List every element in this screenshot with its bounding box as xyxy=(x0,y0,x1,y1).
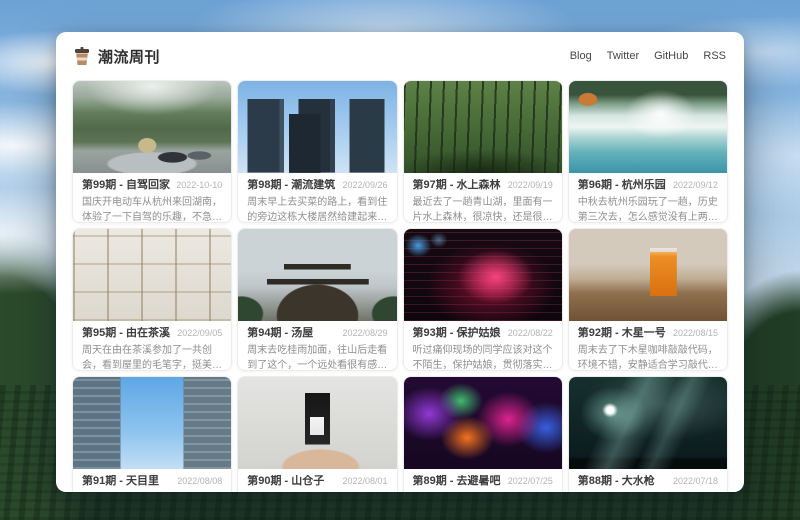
issue-title: 第97期 - 水上森林 xyxy=(413,179,501,191)
site-header: 潮流周刊 Blog Twitter GitHub RSS xyxy=(56,32,744,80)
issue-card-header: 第93期 - 保护姑娘 2022/08/22 xyxy=(413,327,553,339)
issue-title: 第95期 - 由在茶溪 xyxy=(82,327,170,339)
issue-date: 2022/08/15 xyxy=(673,328,718,338)
issue-card-header: 第92期 - 木星一号 2022/08/15 xyxy=(578,327,718,339)
header-nav: Blog Twitter GitHub RSS xyxy=(570,50,726,62)
issue-card[interactable]: 第91期 - 天目里 2022/08/08 xyxy=(72,376,232,492)
nav-link-rss[interactable]: RSS xyxy=(703,50,726,62)
issue-card-body: 第91期 - 天目里 2022/08/08 xyxy=(73,469,231,491)
issue-thumbnail xyxy=(73,377,231,469)
issue-title: 第91期 - 天目里 xyxy=(82,475,159,487)
issue-grid: 第99期 - 自驾回家 2022-10-10 国庆开电动车从杭州来回湖南，体验了… xyxy=(56,80,744,492)
issue-excerpt: 中秋去杭州乐园玩了一趟，历史第三次去，怎么感觉没有上两次新鲜了，除去这个水还可以… xyxy=(578,195,718,223)
issue-card-header: 第99期 - 自驾回家 2022-10-10 xyxy=(82,179,222,191)
issue-card[interactable]: 第98期 - 潮流建筑 2022/09/26 周末早上去买菜的路上，看到住的旁边… xyxy=(237,80,397,223)
issue-card-body: 第96期 - 杭州乐园 2022/09/12 中秋去杭州乐园玩了一趟，历史第三次… xyxy=(569,173,727,223)
nav-link-github[interactable]: GitHub xyxy=(654,50,688,62)
issue-card[interactable]: 第92期 - 木星一号 2022/08/15 周末去了下木星咖啡敲敲代码，环境不… xyxy=(568,228,728,371)
issue-card-body: 第92期 - 木星一号 2022/08/15 周末去了下木星咖啡敲敲代码，环境不… xyxy=(569,321,727,371)
nav-link-blog[interactable]: Blog xyxy=(570,50,592,62)
issue-card[interactable]: 第93期 - 保护姑娘 2022/08/22 听过痛仰现场的同学应该对这个不陌生… xyxy=(403,228,563,371)
site-brand[interactable]: 潮流周刊 xyxy=(74,46,160,67)
issue-date: 2022/09/26 xyxy=(342,180,387,190)
issue-card-header: 第98期 - 潮流建筑 2022/09/26 xyxy=(247,179,387,191)
issue-card[interactable]: 第99期 - 自驾回家 2022-10-10 国庆开电动车从杭州来回湖南，体验了… xyxy=(72,80,232,223)
issue-thumbnail xyxy=(73,229,231,321)
issue-thumbnail xyxy=(238,81,396,173)
issue-excerpt: 最近去了一趟青山湖，里面有一片水上森林，很凉快，还是很漂亮的，适合散散步。 xyxy=(413,195,553,223)
issue-card-body: 第89期 - 去避暑吧 2022/07/25 xyxy=(404,469,562,491)
issue-card-header: 第91期 - 天目里 2022/08/08 xyxy=(82,475,222,487)
nav-link-twitter[interactable]: Twitter xyxy=(607,50,639,62)
issue-card-header: 第90期 - 山仓子 2022/08/01 xyxy=(247,475,387,487)
issue-excerpt: 周末去吃桂雨加面，往山后走看到了这个，一个远处看很有感觉的建筑，查了查叫汤屋。 xyxy=(247,343,387,371)
issue-date: 2022/07/25 xyxy=(508,476,553,486)
issue-date: 2022/08/08 xyxy=(177,476,222,486)
issue-title: 第88期 - 大水枪 xyxy=(578,475,655,487)
issue-date: 2022/07/18 xyxy=(673,476,718,486)
issue-card-header: 第94期 - 汤屋 2022/08/29 xyxy=(247,327,387,339)
issue-card[interactable]: 第90期 - 山仓子 2022/08/01 xyxy=(237,376,397,492)
issue-date: 2022/09/12 xyxy=(673,180,718,190)
issue-card-header: 第97期 - 水上森林 2022/09/19 xyxy=(413,179,553,191)
issue-title: 第98期 - 潮流建筑 xyxy=(247,179,335,191)
issue-date: 2022/08/01 xyxy=(342,476,387,486)
issue-card[interactable]: 第94期 - 汤屋 2022/08/29 周末去吃桂雨加面，往山后走看到了这个，… xyxy=(237,228,397,371)
issue-date: 2022/09/19 xyxy=(508,180,553,190)
issue-thumbnail xyxy=(569,377,727,469)
issue-title: 第94期 - 汤屋 xyxy=(247,327,313,339)
issue-card[interactable]: 第95期 - 由在茶溪 2022/09/05 周天在由在茶溪参加了一共创会，看到… xyxy=(72,228,232,371)
issue-thumbnail xyxy=(238,229,396,321)
issue-title: 第96期 - 杭州乐园 xyxy=(578,179,666,191)
issue-thumbnail xyxy=(73,81,231,173)
issue-title: 第99期 - 自驾回家 xyxy=(82,179,170,191)
issue-card-body: 第88期 - 大水枪 2022/07/18 xyxy=(569,469,727,491)
issue-title: 第92期 - 木星一号 xyxy=(578,327,666,339)
coffee-cup-icon xyxy=(74,47,90,66)
issue-thumbnail xyxy=(569,81,727,173)
issue-card[interactable]: 第89期 - 去避暑吧 2022/07/25 xyxy=(403,376,563,492)
issue-excerpt: 周末去了下木星咖啡敲敲代码，环境不错，安静适合学习敲代码啥的，由于下午 3 点多… xyxy=(578,343,718,371)
issue-excerpt: 国庆开电动车从杭州来回湖南，体验了一下自驾的乐趣，不急不赶，很幸运累计只堵了..… xyxy=(82,195,222,223)
issue-card-body: 第97期 - 水上森林 2022/09/19 最近去了一趟青山湖，里面有一片水上… xyxy=(404,173,562,223)
issue-card-header: 第95期 - 由在茶溪 2022/09/05 xyxy=(82,327,222,339)
issue-card-header: 第96期 - 杭州乐园 2022/09/12 xyxy=(578,179,718,191)
issue-card-header: 第89期 - 去避暑吧 2022/07/25 xyxy=(413,475,553,487)
issue-card-body: 第98期 - 潮流建筑 2022/09/26 周末早上去买菜的路上，看到住的旁边… xyxy=(238,173,396,223)
issue-card[interactable]: 第96期 - 杭州乐园 2022/09/12 中秋去杭州乐园玩了一趟，历史第三次… xyxy=(568,80,728,223)
issue-excerpt: 周末早上去买菜的路上，看到住的旁边这栋大楼居然给建起来了，在阳光下的无遮镜效果真… xyxy=(247,195,387,223)
issue-date: 2022-10-10 xyxy=(176,180,222,190)
browser-window: 潮流周刊 Blog Twitter GitHub RSS 第99期 - 自驾回家… xyxy=(56,32,744,492)
issue-date: 2022/08/29 xyxy=(342,328,387,338)
issue-thumbnail xyxy=(238,377,396,469)
issue-card-body: 第94期 - 汤屋 2022/08/29 周末去吃桂雨加面，往山后走看到了这个，… xyxy=(238,321,396,371)
issue-title: 第93期 - 保护姑娘 xyxy=(413,327,501,339)
issue-date: 2022/09/05 xyxy=(177,328,222,338)
issue-excerpt: 周天在由在茶溪参加了一共创会，看到屋里的毛笔字，挺美的，居然是老板自己写的，牛的… xyxy=(82,343,222,371)
issue-card-header: 第88期 - 大水枪 2022/07/18 xyxy=(578,475,718,487)
desktop-wallpaper: 潮流周刊 Blog Twitter GitHub RSS 第99期 - 自驾回家… xyxy=(0,0,800,520)
issue-title: 第89期 - 去避暑吧 xyxy=(413,475,501,487)
issue-thumbnail xyxy=(569,229,727,321)
issue-excerpt: 听过痛仰现场的同学应该对这个不陌生，保护姑娘，贯彻落实，高虎这一群人看着老了，但… xyxy=(413,343,553,371)
issue-thumbnail xyxy=(404,229,562,321)
issue-card-body: 第99期 - 自驾回家 2022-10-10 国庆开电动车从杭州来回湖南，体验了… xyxy=(73,173,231,223)
issue-card-body: 第93期 - 保护姑娘 2022/08/22 听过痛仰现场的同学应该对这个不陌生… xyxy=(404,321,562,371)
issue-card[interactable]: 第97期 - 水上森林 2022/09/19 最近去了一趟青山湖，里面有一片水上… xyxy=(403,80,563,223)
issue-card-body: 第90期 - 山仓子 2022/08/01 xyxy=(238,469,396,491)
site-title: 潮流周刊 xyxy=(98,46,160,67)
issue-card[interactable]: 第88期 - 大水枪 2022/07/18 xyxy=(568,376,728,492)
issue-thumbnail xyxy=(404,377,562,469)
issue-title: 第90期 - 山仓子 xyxy=(247,475,324,487)
issue-date: 2022/08/22 xyxy=(508,328,553,338)
issue-card-body: 第95期 - 由在茶溪 2022/09/05 周天在由在茶溪参加了一共创会，看到… xyxy=(73,321,231,371)
issue-thumbnail xyxy=(404,81,562,173)
